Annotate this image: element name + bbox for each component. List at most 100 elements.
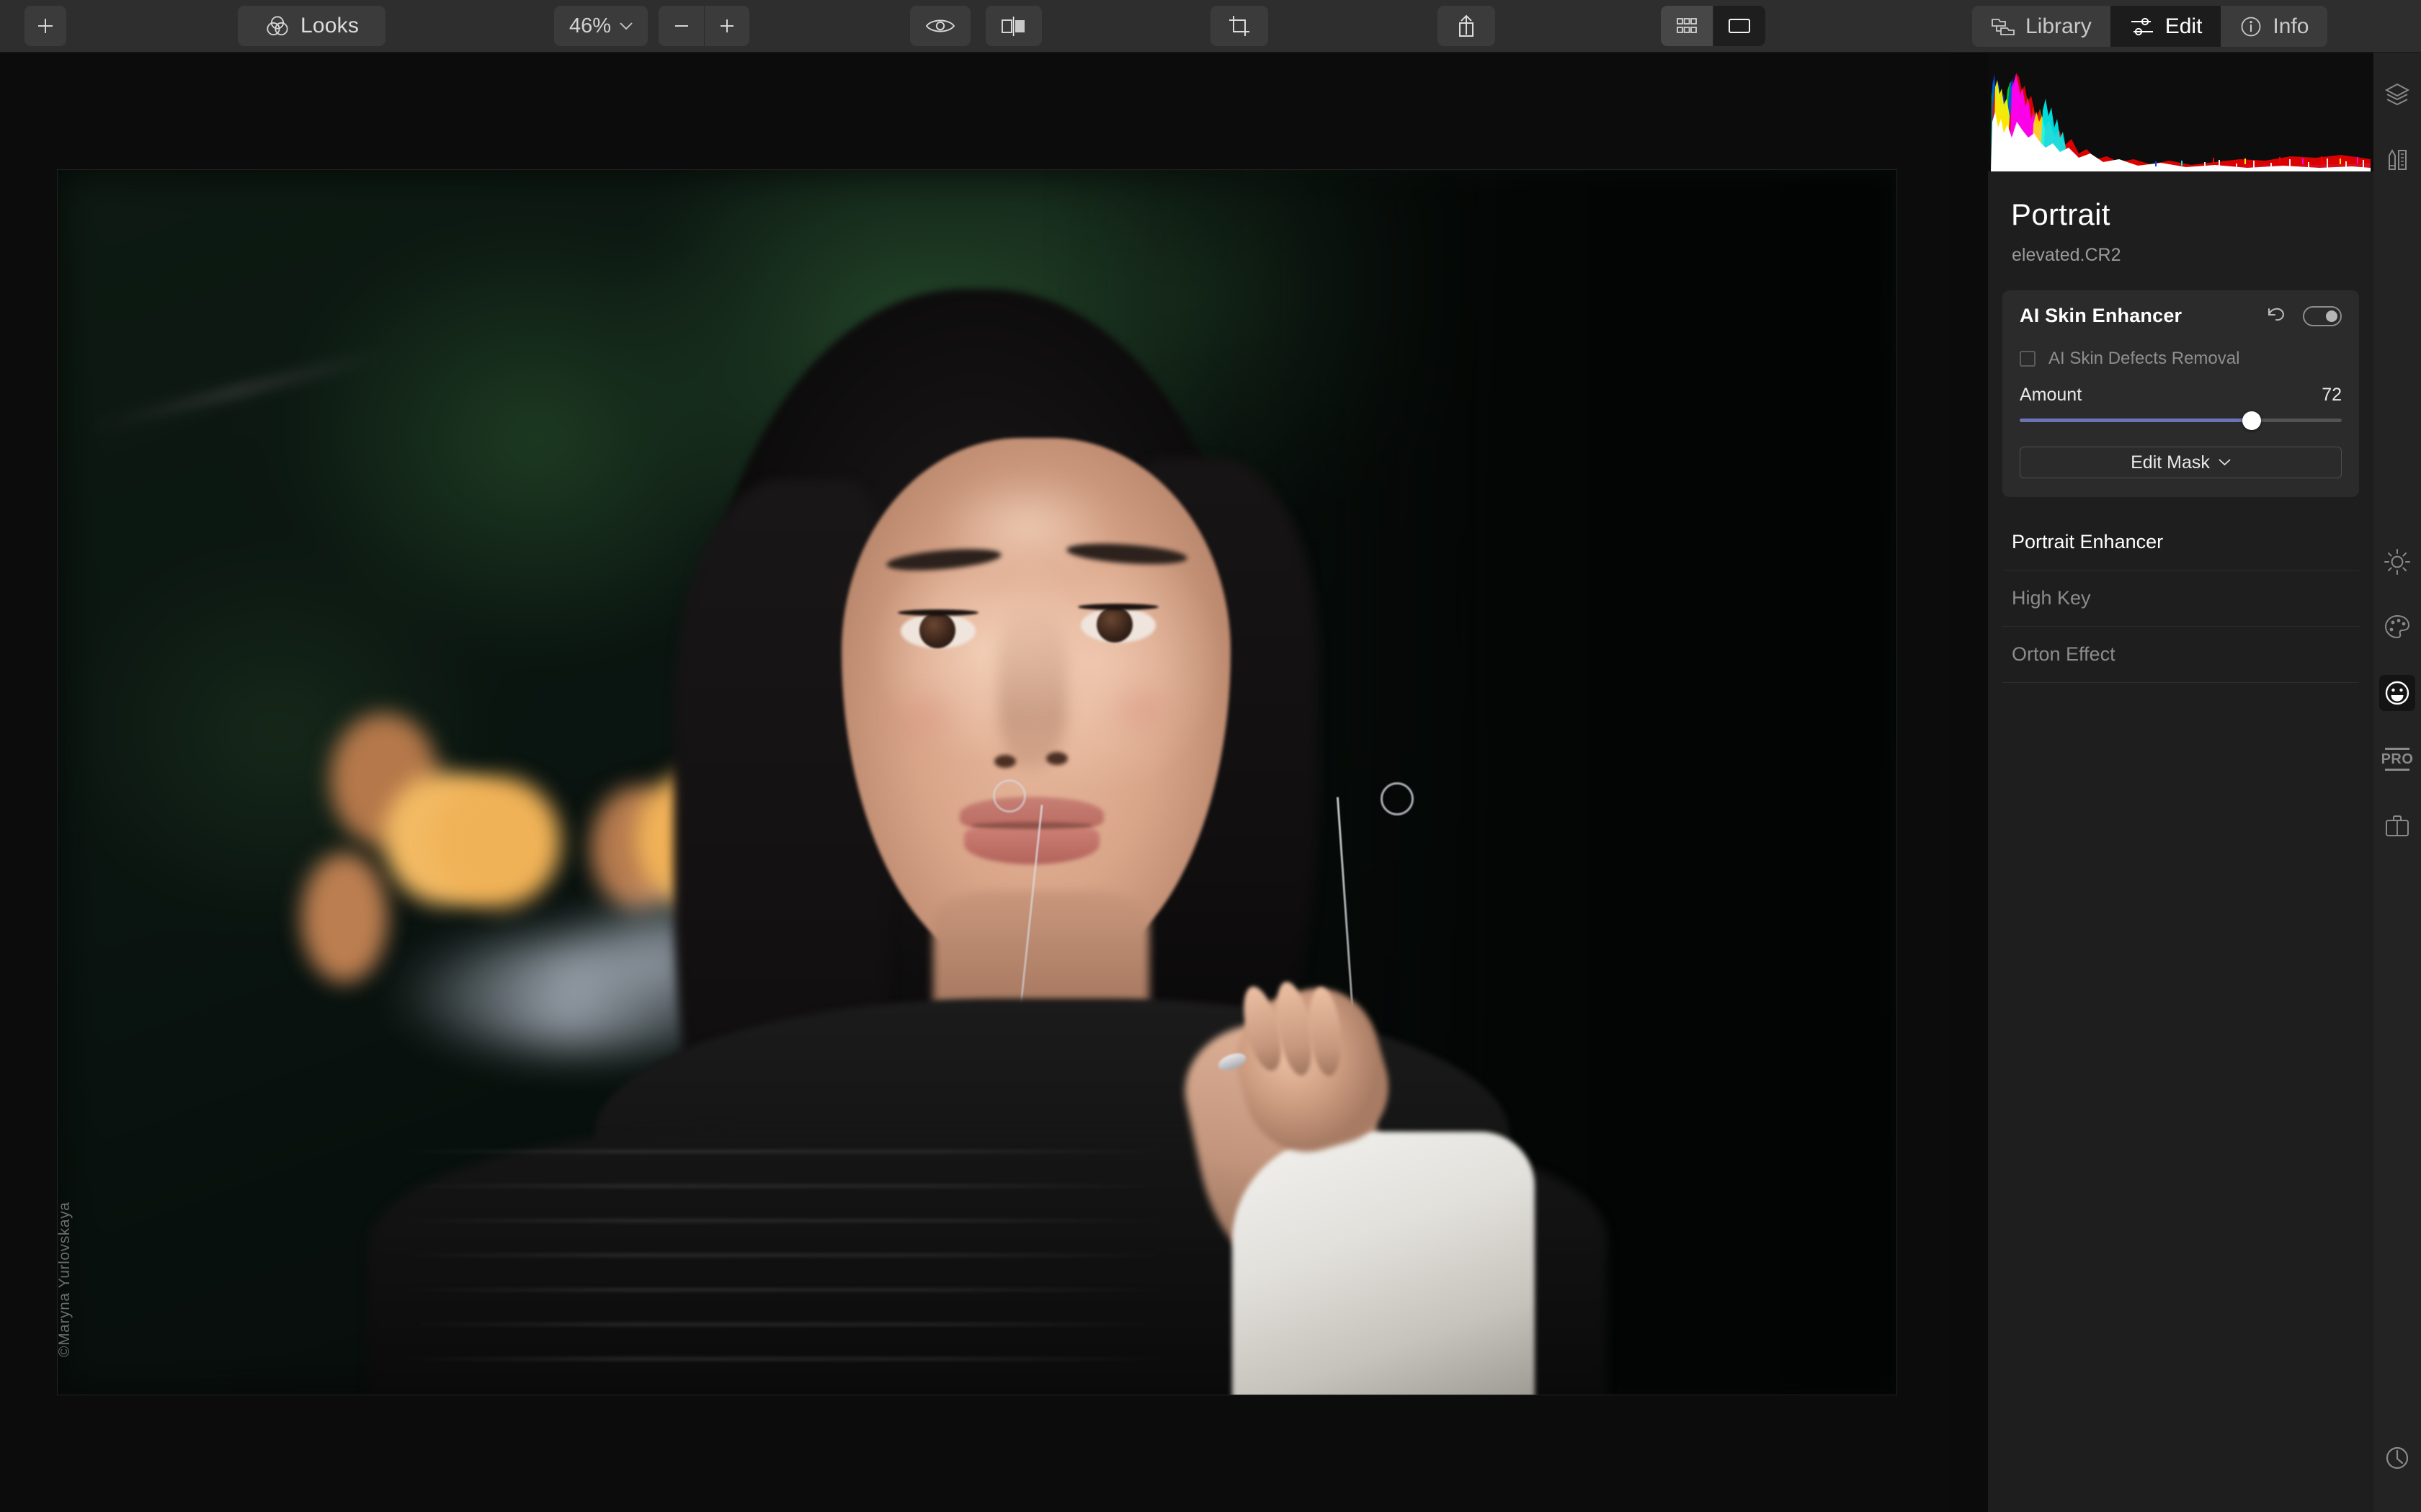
pro-icon: PRO bbox=[2381, 748, 2414, 771]
earring-hoop-right bbox=[1381, 782, 1414, 815]
tab-edit[interactable]: Edit bbox=[2110, 6, 2221, 47]
ai-skin-enhancer-card: AI Skin Enhancer AI Skin Defects Remo bbox=[2002, 290, 2359, 497]
tool-label: Orton Effect bbox=[2012, 643, 2115, 666]
cheek-highlight-right bbox=[1088, 667, 1196, 753]
amount-slider-row: Amount 72 bbox=[2020, 385, 2342, 406]
card-enable-toggle[interactable] bbox=[2303, 306, 2342, 326]
single-image-view-icon bbox=[1727, 17, 1752, 35]
tool-portrait-enhancer[interactable]: Portrait Enhancer bbox=[2002, 514, 2359, 571]
right-icon-rail: PRO bbox=[2373, 53, 2421, 1512]
image-canvas[interactable]: ©Maryna Yurlovskaya bbox=[0, 53, 1949, 1512]
briefcase-icon bbox=[2384, 813, 2411, 838]
rail-color-button[interactable] bbox=[2379, 609, 2415, 645]
portrait-tool-list: Portrait Enhancer High Key Orton Effect bbox=[2002, 514, 2359, 683]
chevron-down-icon bbox=[2219, 459, 2231, 466]
edit-mask-button[interactable]: Edit Mask bbox=[2020, 447, 2342, 478]
mouth-line bbox=[971, 822, 1092, 829]
tool-label: Portrait Enhancer bbox=[2012, 531, 2163, 553]
rail-layers-button[interactable] bbox=[2379, 76, 2415, 112]
reset-undo-icon[interactable] bbox=[2265, 305, 2287, 327]
earring-hoop-left bbox=[993, 779, 1026, 813]
cheek-highlight-left bbox=[872, 674, 980, 761]
rail-portrait-button[interactable] bbox=[2379, 675, 2415, 711]
amount-value[interactable]: 72 bbox=[2322, 385, 2342, 406]
grid-view-button[interactable] bbox=[1661, 6, 1713, 46]
defects-removal-checkbox[interactable] bbox=[2020, 351, 2036, 367]
eye-icon bbox=[925, 16, 955, 36]
preview-original-button[interactable] bbox=[910, 6, 971, 46]
top-toolbar: Looks 46% bbox=[0, 0, 2421, 53]
zoom-stepper bbox=[659, 6, 749, 46]
rail-essentials-button[interactable] bbox=[2379, 544, 2415, 580]
before-after-split-icon bbox=[999, 14, 1028, 37]
white-sleeve bbox=[1232, 1132, 1535, 1395]
plus-icon bbox=[718, 17, 736, 35]
rail-pro-button[interactable]: PRO bbox=[2379, 741, 2415, 777]
photo-preview[interactable]: ©Maryna Yurlovskaya bbox=[58, 170, 1896, 1395]
tool-label: High Key bbox=[2012, 587, 2091, 609]
library-folder-icon bbox=[1991, 16, 2015, 37]
tool-high-key[interactable]: High Key bbox=[2002, 571, 2359, 627]
zoom-in-button[interactable] bbox=[704, 6, 749, 46]
rail-history-button[interactable] bbox=[2379, 1440, 2415, 1476]
minus-icon bbox=[672, 17, 691, 35]
photo-image: ©Maryna Yurlovskaya bbox=[58, 170, 1896, 1395]
pro-label: PRO bbox=[2381, 752, 2414, 766]
tab-edit-label: Edit bbox=[2165, 14, 2203, 39]
single-view-button[interactable] bbox=[1713, 6, 1765, 46]
tab-library[interactable]: Library bbox=[1972, 6, 2110, 47]
iris-left bbox=[919, 612, 955, 648]
sliders-icon bbox=[2129, 16, 2155, 37]
nose bbox=[998, 602, 1067, 768]
share-export-icon bbox=[1455, 13, 1478, 39]
edit-side-panel: Portrait elevated.CR2 AI Skin Enhancer bbox=[1988, 53, 2373, 1512]
add-button[interactable] bbox=[24, 6, 66, 46]
zoom-level-dropdown[interactable]: 46% bbox=[554, 6, 648, 46]
subject-figure bbox=[58, 170, 1896, 1395]
iris-right bbox=[1097, 607, 1133, 643]
amount-slider-handle[interactable] bbox=[2242, 411, 2261, 430]
smiley-portrait-icon bbox=[2384, 679, 2411, 707]
sweater-ribbing bbox=[396, 1128, 1174, 1395]
zoom-out-button[interactable] bbox=[659, 6, 704, 46]
info-circle-icon bbox=[2239, 15, 2262, 38]
rail-tools-button[interactable] bbox=[2379, 142, 2415, 178]
looks-label: Looks bbox=[300, 14, 359, 38]
layers-icon bbox=[2384, 82, 2410, 107]
sun-essentials-icon bbox=[2384, 548, 2411, 576]
nostril-left bbox=[994, 755, 1016, 768]
share-button[interactable] bbox=[1437, 6, 1495, 46]
eyelash-right bbox=[1078, 604, 1159, 610]
tools-pencil-ruler-icon bbox=[2385, 147, 2409, 173]
forehead-highlight bbox=[904, 455, 1149, 599]
nostril-right bbox=[1046, 752, 1068, 765]
histogram-plot bbox=[1988, 53, 2373, 171]
crop-icon bbox=[1226, 13, 1252, 39]
clock-history-icon bbox=[2384, 1445, 2410, 1471]
palette-color-icon bbox=[2384, 614, 2411, 640]
looks-button[interactable]: Looks bbox=[238, 6, 385, 46]
rail-briefcase-button[interactable] bbox=[2379, 808, 2415, 844]
amount-slider[interactable] bbox=[2020, 419, 2342, 422]
compare-button[interactable] bbox=[986, 6, 1042, 46]
tab-library-label: Library bbox=[2025, 14, 2092, 39]
grid-view-icon bbox=[1676, 17, 1698, 35]
lower-lip bbox=[964, 824, 1100, 864]
toggle-knob bbox=[2326, 310, 2337, 322]
crop-button[interactable] bbox=[1210, 6, 1268, 46]
histogram bbox=[1988, 53, 2373, 171]
view-mode-group bbox=[1661, 6, 1765, 46]
plus-icon bbox=[35, 16, 55, 36]
card-actions bbox=[2265, 305, 2342, 327]
filename-label: elevated.CR2 bbox=[2012, 245, 2373, 266]
mode-tabs: Library Edit Info bbox=[1972, 6, 2327, 47]
chevron-down-icon bbox=[620, 22, 633, 30]
tab-info-label: Info bbox=[2273, 14, 2309, 39]
card-header: AI Skin Enhancer bbox=[2020, 305, 2342, 327]
amount-label: Amount bbox=[2020, 385, 2082, 406]
tool-orton-effect[interactable]: Orton Effect bbox=[2002, 627, 2359, 683]
amount-slider-fill bbox=[2020, 419, 2252, 422]
photo-watermark: ©Maryna Yurlovskaya bbox=[58, 1202, 73, 1357]
defects-removal-row[interactable]: AI Skin Defects Removal bbox=[2020, 349, 2342, 369]
tab-info[interactable]: Info bbox=[2221, 6, 2327, 47]
